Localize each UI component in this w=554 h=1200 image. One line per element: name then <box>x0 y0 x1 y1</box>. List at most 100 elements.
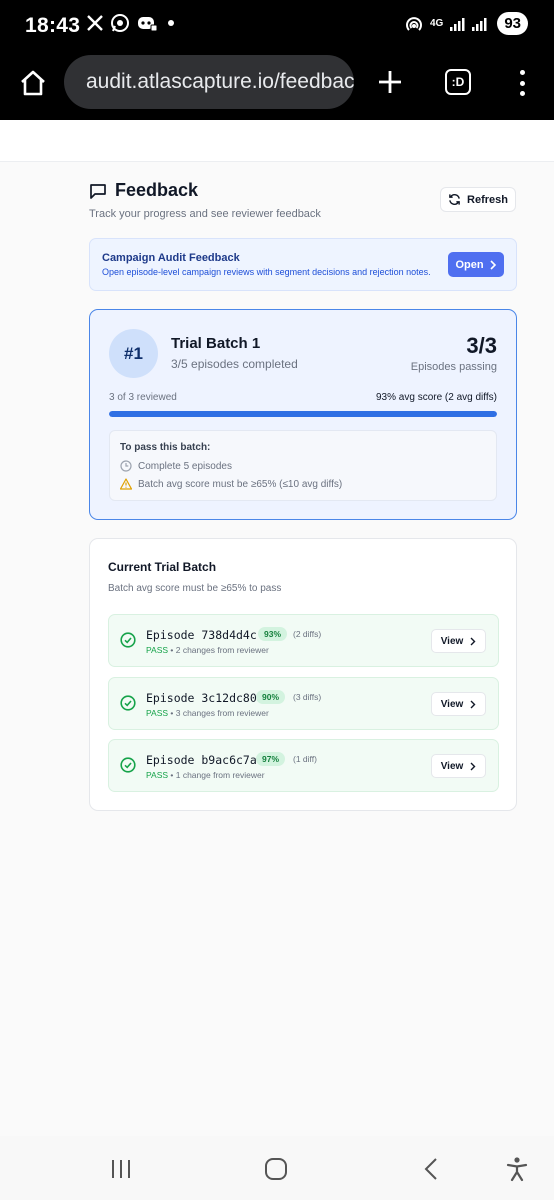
view-episode-button[interactable]: View <box>431 629 486 653</box>
reviewed-count: 3 of 3 reviewed <box>109 392 177 403</box>
view-episode-button[interactable]: View <box>431 754 486 778</box>
episode-name: Episode 3c12dc80 <box>146 691 257 705</box>
view-episode-button[interactable]: View <box>431 692 486 716</box>
current-batch-title: Current Trial Batch <box>108 560 217 574</box>
episode-name: Episode 738d4d4c <box>146 628 257 642</box>
android-nav-bar <box>0 1136 554 1200</box>
accessibility-button[interactable] <box>502 1154 532 1184</box>
episode-meta: PASS • 3 changes from reviewer <box>146 708 269 718</box>
episode-changes: • 1 change from reviewer <box>168 770 265 780</box>
campaign-description: Open episode-level campaign reviews with… <box>102 267 431 277</box>
episode-status: PASS <box>146 645 169 655</box>
avg-score: 93% avg score (2 avg diffs) <box>376 392 497 403</box>
recent-apps-button[interactable] <box>106 1154 136 1184</box>
current-batch-subtitle: Batch avg score must be ≥65% to pass <box>108 583 282 594</box>
campaign-title: Campaign Audit Feedback <box>102 252 240 264</box>
accessibility-icon <box>506 1157 528 1182</box>
requirement-score-text: Batch avg score must be ≥65% (≤10 avg di… <box>138 478 343 490</box>
batch-title: Trial Batch 1 <box>171 335 261 352</box>
check-circle-icon <box>120 695 136 711</box>
chevron-right-icon <box>470 637 476 645</box>
back-button[interactable] <box>416 1154 446 1184</box>
campaign-audit-banner: Campaign Audit Feedback Open episode-lev… <box>89 238 517 291</box>
view-label: View <box>440 635 464 647</box>
new-tab-button[interactable] <box>372 64 408 100</box>
episode-status: PASS <box>146 708 169 718</box>
pass-requirements: To pass this batch: Complete 5 episodes … <box>109 430 497 501</box>
new-tab-icon <box>379 71 401 93</box>
home-nav-icon <box>265 1158 287 1180</box>
episode-diffs: (1 diff) <box>293 754 317 764</box>
top-strip <box>0 120 554 162</box>
clock: 18:43 <box>25 14 81 37</box>
view-label: View <box>440 760 464 772</box>
episode-score-badge: 93% <box>258 627 288 641</box>
chevron-right-icon <box>470 700 476 708</box>
chevron-right-icon <box>489 259 496 270</box>
url-bar[interactable]: audit.atlascapture.io/feedback <box>64 55 354 109</box>
refresh-label: Refresh <box>467 193 508 206</box>
episode-changes: • 3 changes from reviewer <box>168 708 269 718</box>
episode-name: Episode b9ac6c7a <box>146 753 257 767</box>
page-content: Feedback Track your progress and see rev… <box>0 120 554 1136</box>
batch-progress-fill <box>109 411 497 417</box>
back-icon <box>424 1158 437 1180</box>
episode-row: Episode 738d4d4c 93% (2 diffs) PASS • 2 … <box>108 614 499 667</box>
episode-score-badge: 97% <box>256 752 286 766</box>
battery-indicator: 93 <box>497 12 528 35</box>
tabs-icon: :D <box>451 75 465 89</box>
status-bar: 18:43 4G 93 <box>0 0 554 52</box>
warning-icon <box>120 478 132 490</box>
episode-row: Episode 3c12dc80 90% (3 diffs) PASS • 3 … <box>108 677 499 730</box>
chevron-right-icon <box>470 762 476 770</box>
overflow-menu-icon[interactable] <box>510 66 534 100</box>
episode-row: Episode b9ac6c7a 97% (1 diff) PASS • 1 c… <box>108 739 499 792</box>
episode-diffs: (3 diffs) <box>293 692 322 702</box>
batch-score: 3/3 <box>466 333 497 358</box>
discord-icon <box>138 17 158 32</box>
page-subtitle: Track your progress and see reviewer fee… <box>89 208 321 220</box>
episode-meta: PASS • 1 change from reviewer <box>146 770 265 780</box>
more-notifications-dot <box>168 20 174 26</box>
refresh-button[interactable]: Refresh <box>440 187 516 212</box>
recent-apps-icon <box>112 1160 130 1178</box>
batch-score-label: Episodes passing <box>410 361 497 373</box>
episode-changes: • 2 changes from reviewer <box>168 645 269 655</box>
tabs-button[interactable]: :D <box>445 69 471 95</box>
check-circle-icon <box>120 757 136 773</box>
hotspot-icon <box>406 16 422 31</box>
signal-icon-2 <box>472 17 487 31</box>
clock-icon <box>120 460 132 472</box>
requirement-score: Batch avg score must be ≥65% (≤10 avg di… <box>120 478 342 490</box>
open-label: Open <box>455 258 484 271</box>
x-app-icon <box>87 15 103 31</box>
browser-toolbar: audit.atlascapture.io/feedback :D <box>0 52 554 120</box>
episode-diffs: (2 diffs) <box>293 629 322 639</box>
pass-requirements-title: To pass this batch: <box>120 442 211 453</box>
episode-meta: PASS • 2 changes from reviewer <box>146 645 269 655</box>
message-square-icon <box>90 183 106 199</box>
requirement-episodes-text: Complete 5 episodes <box>138 460 232 472</box>
current-trial-batch-card: Current Trial Batch Batch avg score must… <box>89 538 517 811</box>
open-campaign-button[interactable]: Open <box>448 252 504 277</box>
batch-progress-bar <box>109 411 497 417</box>
signal-icon <box>450 17 465 31</box>
system-icons: 4G 93 <box>404 12 528 35</box>
check-circle-icon <box>120 632 136 648</box>
refresh-icon <box>449 194 460 205</box>
whatsapp-icon <box>111 14 129 32</box>
episode-status: PASS <box>146 770 169 780</box>
requirement-episodes: Complete 5 episodes <box>120 460 232 472</box>
batch-completion: 3/5 episodes completed <box>171 357 298 371</box>
network-type: 4G <box>429 17 444 29</box>
feedback-header: Feedback Track your progress and see rev… <box>89 180 321 220</box>
view-label: View <box>440 698 464 710</box>
notification-icons <box>86 13 174 33</box>
url-text: audit.atlascapture.io/feedback <box>86 70 354 93</box>
home-button[interactable] <box>16 66 50 100</box>
page-title: Feedback <box>115 180 199 200</box>
trial-batch-card: #1 Trial Batch 1 3/5 episodes completed … <box>89 309 517 520</box>
home-nav-button[interactable] <box>261 1154 291 1184</box>
episode-score-badge: 90% <box>256 690 286 704</box>
home-icon <box>21 70 45 96</box>
